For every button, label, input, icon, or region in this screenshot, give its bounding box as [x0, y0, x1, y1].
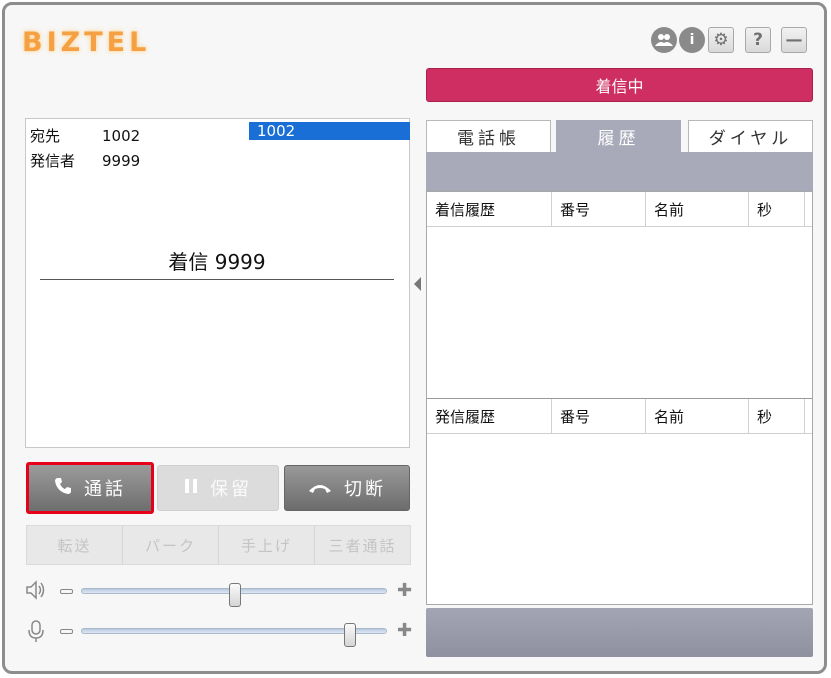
history-footer-bar	[426, 608, 813, 657]
softphone-window: BIZTEL i ⚙ ? — 着信中 宛先 1002 発信者 9999 1002 着…	[2, 2, 827, 674]
caller-row: 発信者 9999	[30, 150, 140, 171]
destination-row: 宛先 1002	[30, 125, 140, 146]
answer-label: 通話	[84, 479, 126, 500]
park-button[interactable]: パーク	[123, 526, 219, 564]
mic-volume-slider[interactable]	[81, 623, 387, 647]
transfer-button[interactable]: 転送	[27, 526, 123, 564]
column-seconds[interactable]: 秒	[749, 192, 805, 226]
history-toolbar	[426, 152, 813, 191]
speaker-volume-row: ✚	[25, 579, 417, 607]
help-icon[interactable]: ?	[745, 27, 771, 53]
phone-icon	[54, 477, 72, 500]
answer-button[interactable]: 通話	[26, 462, 154, 514]
right-panel-tabs: 電話帳 履歴 ダイヤル	[426, 120, 814, 152]
mic-volume-thumb[interactable]	[343, 623, 356, 647]
column-number[interactable]: 番号	[552, 399, 646, 433]
mic-volume-row: ✚	[25, 619, 417, 647]
tab-history[interactable]: 履歴	[556, 120, 681, 152]
column-name[interactable]: 名前	[646, 192, 749, 226]
speaker-volume-increase-icon[interactable]: ✚	[396, 582, 413, 600]
speaker-volume-slider[interactable]	[81, 583, 387, 607]
tab-phonebook[interactable]: 電話帳	[426, 120, 551, 152]
call-status-banner: 着信中	[426, 68, 813, 102]
speaker-icon	[25, 579, 47, 606]
caller-value: 9999	[102, 152, 141, 170]
call-state-text: 着信 9999	[40, 246, 394, 280]
mic-volume-increase-icon[interactable]: ✚	[396, 622, 413, 640]
history-panel: 着信履歴 番号 名前 秒 発信履歴 番号 名前 秒	[426, 191, 813, 605]
pause-icon	[184, 478, 198, 499]
column-seconds[interactable]: 秒	[749, 399, 805, 433]
tab-dial[interactable]: ダイヤル	[688, 120, 813, 152]
column-name[interactable]: 名前	[646, 399, 749, 433]
incoming-history-table: 着信履歴 番号 名前 秒	[427, 192, 812, 227]
biztel-logo: BIZTEL	[22, 27, 151, 58]
microphone-icon	[25, 619, 47, 648]
users-icon[interactable]	[651, 27, 677, 53]
column-outgoing-history[interactable]: 発信履歴	[427, 399, 552, 433]
mic-volume-decrease-icon[interactable]	[60, 629, 73, 634]
destination-label: 宛先	[30, 127, 61, 145]
speaker-volume-decrease-icon[interactable]	[60, 589, 73, 594]
hangup-label: 切断	[344, 479, 386, 500]
column-number[interactable]: 番号	[552, 192, 646, 226]
info-icon[interactable]: i	[679, 27, 705, 53]
outgoing-history-table: 発信履歴 番号 名前 秒	[427, 398, 812, 434]
three-way-call-button[interactable]: 三者通話	[315, 526, 410, 564]
destination-value: 1002	[102, 127, 141, 145]
line-badge[interactable]: 1002	[249, 122, 410, 140]
raise-hand-button[interactable]: 手上げ	[219, 526, 315, 564]
users-icon-glyph	[655, 34, 673, 46]
caller-label: 発信者	[30, 152, 76, 170]
call-info-panel: 宛先 1002 発信者 9999 1002 着信 9999	[25, 118, 410, 448]
minimize-icon[interactable]: —	[781, 27, 807, 53]
secondary-actions: 転送 パーク 手上げ 三者通話	[26, 525, 411, 565]
hold-button[interactable]: 保留	[157, 465, 279, 511]
collapse-panel-arrow-icon[interactable]	[414, 277, 421, 291]
hangup-phone-icon	[308, 478, 332, 499]
settings-gear-icon[interactable]: ⚙	[708, 27, 734, 53]
incoming-history-header: 着信履歴 番号 名前 秒	[427, 192, 812, 227]
hangup-button[interactable]: 切断	[284, 465, 410, 511]
speaker-volume-thumb[interactable]	[229, 583, 241, 607]
outgoing-history-header: 発信履歴 番号 名前 秒	[427, 399, 812, 434]
hold-label: 保留	[210, 479, 252, 500]
column-incoming-history[interactable]: 着信履歴	[427, 192, 552, 226]
